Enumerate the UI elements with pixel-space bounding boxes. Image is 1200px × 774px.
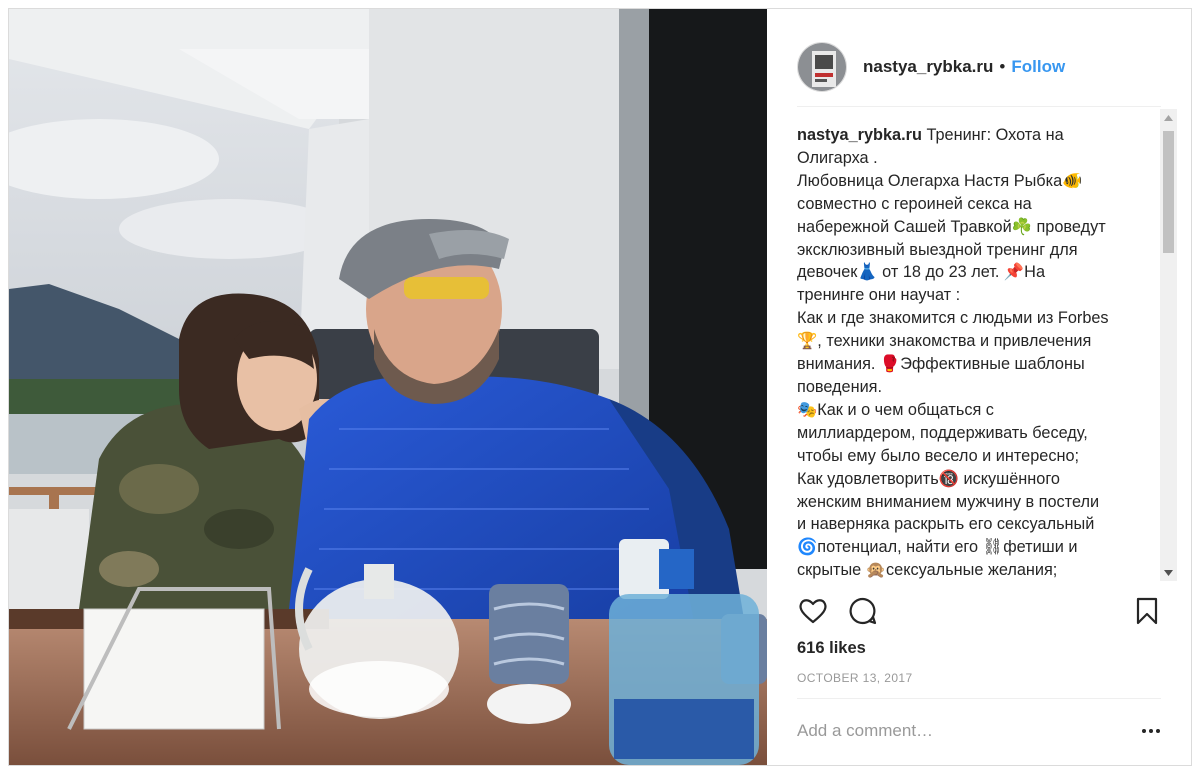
post-photo[interactable] — [9, 9, 767, 765]
caption-line: совместно с героиней секса на — [797, 194, 1032, 213]
scroll-up-arrow-icon[interactable] — [1160, 109, 1177, 126]
caption-line: эксклюзивный выездной тренинг для — [797, 240, 1078, 259]
caption-line: 🌀потенциал, найти его ⛓фетиши и — [797, 538, 1078, 557]
post-side-panel: nastya_rybka.ru • Follow nastya_rybka.ru… — [767, 9, 1191, 765]
comment-input[interactable] — [797, 717, 1127, 745]
scrollbar-thumb[interactable] — [1163, 131, 1174, 253]
caption-line: тренинге они научат : — [797, 286, 961, 305]
caption-line: 🎭Как и о чем общаться с — [797, 400, 994, 419]
post-container: nastya_rybka.ru • Follow nastya_rybka.ru… — [8, 8, 1192, 766]
follow-button[interactable]: Follow — [1011, 57, 1065, 77]
post-username[interactable]: nastya_rybka.ru — [863, 57, 993, 77]
more-options-icon[interactable] — [1141, 721, 1161, 741]
caption-line: Любовница Олегарха Настя Рыбка🐠 — [797, 171, 1083, 190]
caption-line: набережной Сашей Травкой☘️ проведут — [797, 217, 1106, 236]
caption-line: 🏆, техники знакомства и привлечения — [797, 332, 1092, 351]
post-header: nastya_rybka.ru • Follow — [797, 31, 1161, 107]
bookmark-icon[interactable] — [1131, 595, 1163, 627]
post-photo-illustration — [9, 9, 767, 765]
separator-dot: • — [999, 56, 1006, 76]
caption-line: миллиардером, поддерживать беседу, — [797, 423, 1088, 442]
caption-line: поведения. — [797, 377, 883, 396]
caption-scrollbar[interactable] — [1160, 109, 1177, 581]
caption-line: чтобы ему было весело и интересно; — [797, 446, 1080, 465]
likes-count[interactable]: 616 likes — [797, 639, 866, 658]
post-date[interactable]: OCTOBER 13, 2017 — [797, 671, 913, 685]
avatar-image — [798, 42, 846, 91]
divider — [797, 698, 1161, 699]
caption-line: Олигарха . — [797, 148, 878, 167]
caption-line: женским вниманием мужчину в постели — [797, 492, 1100, 511]
avatar[interactable] — [797, 41, 847, 92]
caption-line: внимания. 🥊Эффективные шаблоны — [797, 355, 1085, 374]
post-caption: nastya_rybka.ru Тренинг: Охота на Олигар… — [797, 109, 1143, 581]
scroll-down-arrow-icon[interactable] — [1160, 564, 1177, 581]
caption-line: Как удовлетворить🔞 искушённого — [797, 469, 1060, 488]
caption-line: скрытые 🙊сексуальные желания; — [797, 561, 1058, 580]
caption-line: и наверняка раскрыть его сексуальный — [797, 515, 1095, 534]
heart-icon[interactable] — [797, 595, 829, 627]
caption-line: девочек👗 от 18 до 23 лет. 📌На — [797, 263, 1045, 282]
comment-icon[interactable] — [847, 595, 879, 627]
caption-line: nastya_rybka.ru Тренинг: Охота на — [797, 126, 1064, 144]
caption-scroll-area[interactable]: nastya_rybka.ru Тренинг: Охота на Олигар… — [797, 109, 1177, 581]
caption-username[interactable]: nastya_rybka.ru — [797, 126, 922, 144]
post-actions — [797, 595, 1161, 627]
caption-line: Как и где знакомится с людьми из Forbes — [797, 309, 1109, 328]
